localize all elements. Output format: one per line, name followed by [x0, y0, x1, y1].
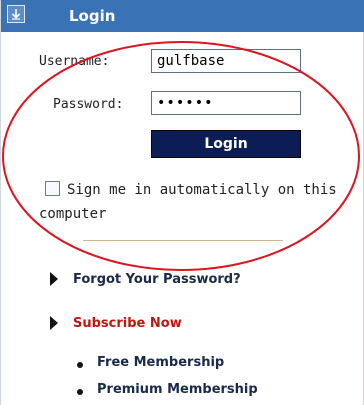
highlight-ellipse	[2, 41, 360, 271]
login-panel: Login Username: gulfbase Password: •••••…	[0, 0, 364, 405]
